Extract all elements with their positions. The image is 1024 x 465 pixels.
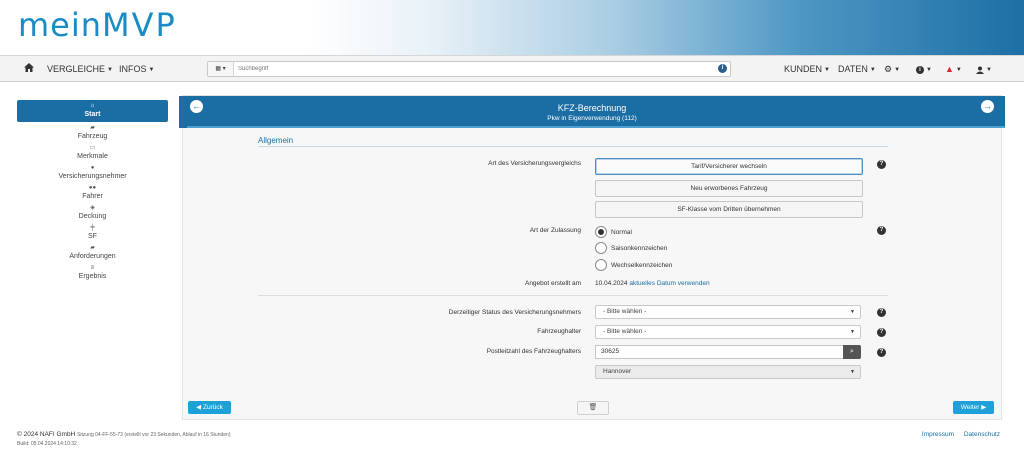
radio-normal[interactable] <box>595 226 607 238</box>
help-icon[interactable]: ? <box>877 226 886 235</box>
header-banner: meinMVP <box>0 0 1024 55</box>
search-icon[interactable]: ⌕ <box>843 345 861 359</box>
sidebar-item-sf[interactable]: ╪ SF <box>17 222 168 242</box>
list-icon: ≡ <box>90 265 95 271</box>
chevron-down-icon: ▼ <box>850 329 855 335</box>
search-scope-dropdown[interactable]: ▦ ▾ <box>208 62 234 76</box>
user-icon: ● <box>90 165 95 171</box>
shield-icon: ◈ <box>90 205 95 211</box>
option-neues-fahrzeug-button[interactable]: Neu erworbenes Fahrzeug <box>595 180 863 197</box>
arrow-right-icon[interactable]: → <box>981 100 994 113</box>
search-box: ▦ ▾ i <box>207 61 731 77</box>
status-label: Derzeitiger Status des Versicherungsnehm… <box>448 309 581 316</box>
gear-icon[interactable]: ⚙ ▼ <box>884 56 900 82</box>
sidebar-item-anforderungen[interactable]: ▰ Anforderungen <box>17 242 168 262</box>
help-icon[interactable]: ? <box>877 308 886 317</box>
arrow-left-icon: ◀ <box>196 404 202 411</box>
plz-field[interactable]: 30625 <box>595 345 843 359</box>
help-icon[interactable]: ? <box>877 328 886 337</box>
search-info-icon[interactable]: i <box>718 64 727 73</box>
page-subtitle: Pkw in Eigenverwendung (112) <box>547 115 637 122</box>
menu-infos[interactable]: INFOS ▼ <box>119 56 154 82</box>
city-select[interactable]: Hannover ▼ <box>595 365 861 379</box>
sidebar-item-deckung[interactable]: ◈ Deckung <box>17 202 168 222</box>
header-underline <box>187 126 1005 128</box>
road-icon: ╪ <box>90 225 95 231</box>
radio-saisonkennzeichen[interactable] <box>595 242 607 254</box>
user-menu-icon[interactable]: ▼ <box>976 56 992 82</box>
home-icon[interactable] <box>24 56 34 82</box>
form-divider <box>258 295 888 296</box>
menu-daten[interactable]: DATEN ▼ <box>838 56 876 82</box>
angebot-value: 10.04.2024 aktuelles Datum verwenden <box>595 280 710 287</box>
option-sf-klasse-button[interactable]: SF-Klasse vom Dritten übernehmen <box>595 201 863 218</box>
sidebar-item-fahrzeug[interactable]: ▰ Fahrzeug <box>17 122 168 142</box>
car-icon: ▰ <box>90 245 95 251</box>
arrow-right-icon: ▶ <box>981 404 987 411</box>
panel-header: ← KFZ-Berechnung Pkw in Eigenverwendung … <box>179 96 1005 128</box>
trash-icon[interactable]: 🗑 <box>577 401 609 415</box>
angebot-label: Angebot erstellt am <box>524 280 581 287</box>
halter-label: Fahrzeughalter <box>537 328 581 335</box>
radio-wechsel-label: Wechselkennzeichen <box>611 262 673 269</box>
logo[interactable]: meinMVP <box>18 6 177 44</box>
plz-label: Postleitzahl des Fahrzeughalters <box>486 348 581 355</box>
help-icon[interactable]: ? <box>877 160 886 169</box>
section-divider <box>258 146 888 147</box>
build-info: Build: 05.04.2024 14:10:32 <box>17 441 77 447</box>
vergleichsart-label: Art des Versicherungsvergleichs <box>488 160 581 167</box>
users-icon: ●● <box>88 185 97 191</box>
image-icon: ▭ <box>89 145 96 151</box>
calculation-panel: ← KFZ-Berechnung Pkw in Eigenverwendung … <box>179 95 1005 420</box>
chevron-down-icon: ▼ <box>850 369 855 375</box>
status-select[interactable]: - Bitte wählen - ▼ <box>595 305 861 319</box>
home-icon: ⌂ <box>90 103 95 109</box>
radio-normal-label: Normal <box>611 229 632 236</box>
search-input[interactable] <box>238 62 708 76</box>
sidebar-item-merkmale[interactable]: ▭ Merkmale <box>17 142 168 162</box>
info-icon[interactable]: i ▼ <box>916 56 932 82</box>
section-title: Allgemein <box>258 136 294 145</box>
option-tarif-wechseln-button[interactable]: Tarif/Versicherer wechseln <box>595 158 863 175</box>
sidebar: ⌂ Start ▰ Fahrzeug ▭ Merkmale ● Versiche… <box>17 100 168 282</box>
warning-icon[interactable]: ▲ ▼ <box>945 56 962 82</box>
footer: © 2024 NAFI GmbH Sitzung 04-FF-55-73 (er… <box>17 431 231 438</box>
radio-wechselkennzeichen[interactable] <box>595 259 607 271</box>
car-icon: ▰ <box>90 125 95 131</box>
menu-vergleiche[interactable]: VERGLEICHE ▼ <box>47 56 113 82</box>
menu-kunden[interactable]: KUNDEN ▼ <box>784 56 830 82</box>
copyright: © 2024 NAFI GmbH <box>17 431 76 438</box>
datenschutz-link[interactable]: Datenschutz <box>964 431 1000 438</box>
halter-select[interactable]: - Bitte wählen - ▼ <box>595 325 861 339</box>
help-icon[interactable]: ? <box>877 348 886 357</box>
zulassung-label: Art der Zulassung <box>529 227 581 234</box>
sidebar-item-versicherungsnehmer[interactable]: ● Versicherungsnehmer <box>17 162 168 182</box>
session-info: Sitzung 04-FF-55-73 (erstellt vor 23 Sek… <box>77 432 231 438</box>
radio-saison-label: Saisonkennzeichen <box>611 245 668 252</box>
current-date-link[interactable]: aktuelles Datum verwenden <box>629 280 709 287</box>
page-title: KFZ-Berechnung <box>557 103 627 113</box>
chevron-down-icon: ▼ <box>850 309 855 315</box>
impressum-link[interactable]: Impressum <box>922 431 954 438</box>
sidebar-item-start[interactable]: ⌂ Start <box>17 100 168 122</box>
footer-links: Impressum Datenschutz <box>914 431 1000 438</box>
sidebar-item-fahrer[interactable]: ●● Fahrer <box>17 182 168 202</box>
top-navbar: VERGLEICHE▼ INFOS▼ ▦ ▾ i KUNDEN▼ DATEN▼ … <box>0 55 1024 82</box>
sidebar-item-ergebnis[interactable]: ≡ Ergebnis <box>17 262 168 282</box>
back-button[interactable]: ◀ Zurück <box>188 401 231 414</box>
next-button[interactable]: Weiter ▶ <box>953 401 994 414</box>
